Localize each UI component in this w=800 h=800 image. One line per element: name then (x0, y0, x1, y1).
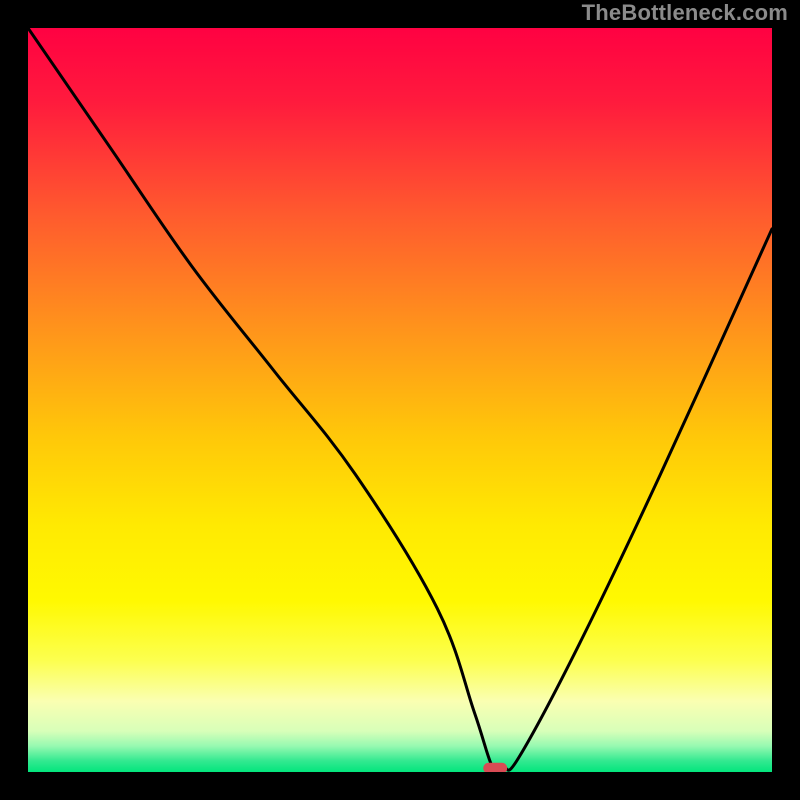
watermark-text: TheBottleneck.com (582, 0, 788, 26)
chart-frame: TheBottleneck.com (0, 0, 800, 800)
bottleneck-chart (0, 0, 800, 800)
plot-gradient-background (28, 28, 772, 772)
